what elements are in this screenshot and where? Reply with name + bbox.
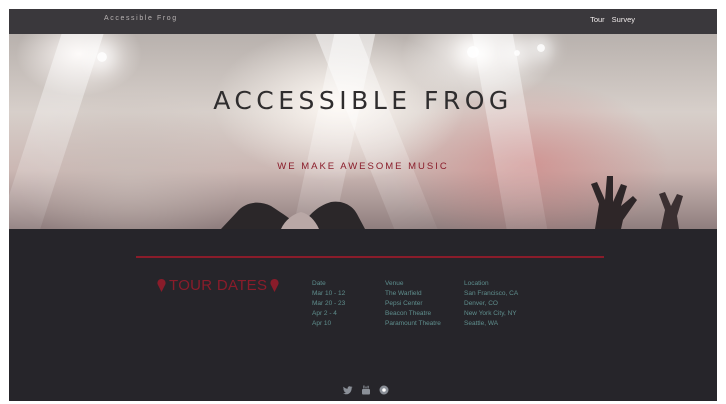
page-frame: Accessible Frog Tour Survey ACCESSIBLE F… [9, 9, 717, 401]
hero-banner: ACCESSIBLE FROG WE MAKE AWESOME MUSIC [9, 34, 717, 229]
table-cell-date: Apr 2 - 4 [312, 310, 337, 317]
table-cell-location: Seattle, WA [464, 320, 499, 327]
tour-dates-heading: TOUR DATES [157, 277, 279, 294]
table-cell-location: San Francisco, CA [464, 290, 519, 297]
youtube-icon[interactable] [361, 385, 371, 395]
map-pin-icon [270, 279, 279, 292]
nav-link-survey[interactable]: Survey [612, 15, 635, 24]
table-cell-location: Denver, CO [464, 300, 498, 307]
nav-link-tour[interactable]: Tour [590, 15, 605, 24]
table-cell-venue: Beacon Theatre [385, 310, 432, 317]
table-cell-venue: Pepsi Center [385, 300, 423, 307]
map-pin-icon [157, 279, 166, 292]
brand-link[interactable]: Accessible Frog [104, 15, 178, 22]
crowd-hands-silhouette [221, 176, 683, 229]
tour-dates-label: TOUR DATES [169, 277, 268, 294]
column-header-date: Date [312, 280, 326, 287]
table-cell-date: Apr 10 [312, 320, 332, 327]
table-cell-location: New York City, NY [464, 310, 517, 317]
table-cell-venue: Paramount Theatre [385, 320, 441, 327]
tour-location-column: Location San Francisco, CA Denver, CO Ne… [464, 279, 518, 329]
section-divider [136, 256, 604, 258]
table-cell-venue: The Warfield [385, 290, 422, 297]
instagram-icon[interactable] [379, 385, 389, 395]
hero-title: ACCESSIBLE FROG [213, 86, 513, 115]
column-header-location: Location [464, 280, 489, 287]
top-navbar: Accessible Frog Tour Survey [9, 9, 717, 34]
table-cell-date: Mar 10 - 12 [312, 290, 346, 297]
social-links [343, 385, 389, 395]
tour-date-column: Date Mar 10 - 12 Mar 20 - 23 Apr 2 - 4 A… [312, 279, 345, 329]
column-header-venue: Venue [385, 280, 404, 287]
nav-links: Tour Survey [590, 15, 635, 24]
tour-venue-column: Venue The Warfield Pepsi Center Beacon T… [385, 279, 441, 329]
table-cell-date: Mar 20 - 23 [312, 300, 346, 307]
hero-subtitle: WE MAKE AWESOME MUSIC [277, 161, 449, 172]
twitter-icon[interactable] [343, 385, 353, 395]
